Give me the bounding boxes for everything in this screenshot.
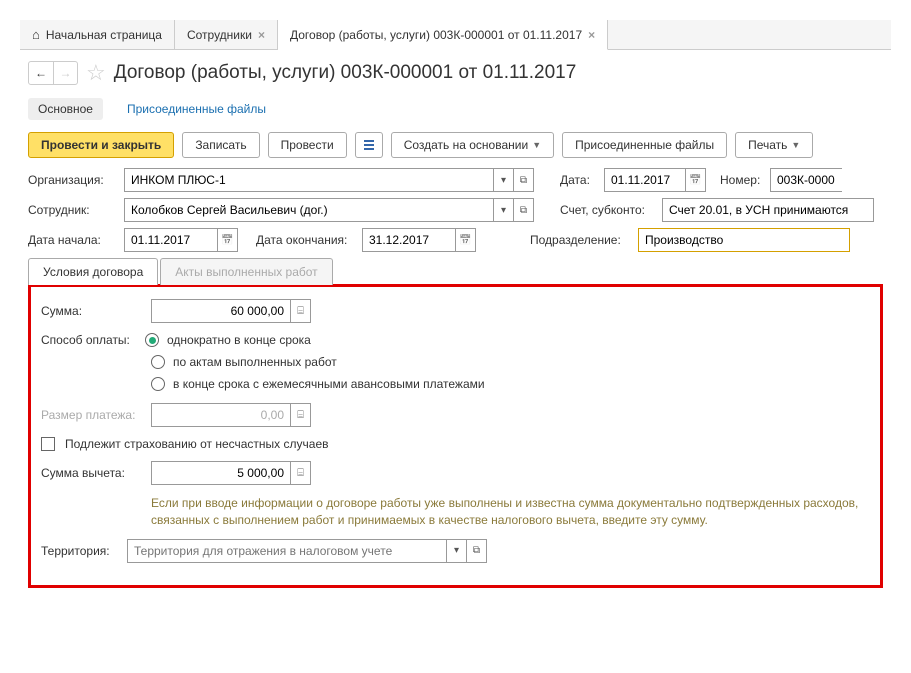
open-icon[interactable]: ⧉ [467, 539, 487, 563]
employee-label: Сотрудник: [28, 203, 118, 217]
dropdown-icon[interactable]: ▾ [494, 168, 514, 192]
forward-button[interactable]: → [53, 62, 77, 84]
structure-icon-button[interactable] [355, 132, 383, 158]
page-title: Договор (работы, услуги) 003К-000001 от … [114, 62, 577, 84]
insurance-checkbox[interactable] [41, 437, 55, 451]
calendar-icon[interactable] [686, 168, 706, 192]
print-label: Печать [748, 138, 787, 152]
sum-input[interactable] [151, 299, 291, 323]
dropdown-icon[interactable]: ▾ [494, 198, 514, 222]
nav-buttons: ← → [28, 61, 78, 85]
tab-acts[interactable]: Акты выполненных работ [160, 258, 332, 285]
date-end-label: Дата окончания: [256, 233, 356, 247]
sum-label: Сумма: [41, 304, 145, 318]
tab-home-label: Начальная страница [46, 28, 162, 42]
form-area: Организация: ▾ ⧉ Дата: Номер: Сотрудник:… [20, 168, 891, 588]
favorite-icon[interactable]: ☆ [86, 60, 106, 86]
territory-input[interactable] [127, 539, 447, 563]
date-input[interactable] [604, 168, 686, 192]
calendar-icon[interactable] [456, 228, 476, 252]
calculator-icon[interactable] [291, 461, 311, 485]
print-button[interactable]: Печать ▼ [735, 132, 813, 158]
org-label: Организация: [28, 173, 118, 187]
number-input[interactable] [770, 168, 842, 192]
window: ⌂ Начальная страница Сотрудники × Догово… [20, 20, 891, 588]
subdivision-label: Подразделение: [530, 233, 632, 247]
date-end-input[interactable] [362, 228, 456, 252]
deduction-label: Сумма вычета: [41, 466, 145, 480]
tab-contract-label: Договор (работы, услуги) 003К-000001 от … [290, 28, 582, 42]
payment-size-input [151, 403, 291, 427]
radio-pay-acts[interactable] [151, 355, 165, 369]
list-icon [362, 138, 376, 152]
home-icon: ⌂ [32, 27, 40, 42]
number-label: Номер: [720, 173, 764, 187]
radio-pay-monthly[interactable] [151, 377, 165, 391]
calculator-icon [291, 403, 311, 427]
date-start-input[interactable] [124, 228, 218, 252]
pay-method-label: Способ оплаты: [41, 333, 145, 347]
territory-label: Территория: [41, 544, 121, 558]
subdivision-input[interactable] [638, 228, 850, 252]
toolbar: Провести и закрыть Записать Провести Соз… [20, 128, 891, 168]
open-icon[interactable]: ⧉ [514, 198, 534, 222]
tab-home[interactable]: ⌂ Начальная страница [20, 20, 175, 49]
save-button[interactable]: Записать [182, 132, 259, 158]
chevron-down-icon: ▼ [791, 140, 800, 150]
calendar-icon[interactable] [218, 228, 238, 252]
tab-contract[interactable]: Договор (работы, услуги) 003К-000001 от … [278, 20, 608, 50]
post-button[interactable]: Провести [268, 132, 347, 158]
subnav-files[interactable]: Присоединенные файлы [117, 98, 276, 120]
post-and-close-button[interactable]: Провести и закрыть [28, 132, 174, 158]
employee-input[interactable] [124, 198, 494, 222]
inner-tabs: Условия договора Акты выполненных работ [28, 258, 883, 285]
date-start-label: Дата начала: [28, 233, 118, 247]
close-icon[interactable]: × [258, 28, 265, 42]
chevron-down-icon: ▼ [532, 140, 541, 150]
insurance-label: Подлежит страхованию от несчастных случа… [65, 437, 329, 451]
radio-pay-acts-label: по актам выполненных работ [173, 355, 337, 369]
tab-employees[interactable]: Сотрудники × [175, 20, 278, 49]
back-button[interactable]: ← [29, 62, 53, 84]
radio-pay-once[interactable] [145, 333, 159, 347]
attached-files-button[interactable]: Присоединенные файлы [562, 132, 727, 158]
radio-pay-once-label: однократно в конце срока [167, 333, 311, 347]
deduction-hint: Если при вводе информации о договоре раб… [151, 495, 870, 529]
header-row: ← → ☆ Договор (работы, услуги) 003К-0000… [20, 50, 891, 94]
date-label: Дата: [560, 173, 598, 187]
account-input[interactable] [662, 198, 874, 222]
tab-terms[interactable]: Условия договора [28, 258, 158, 285]
calculator-icon[interactable] [291, 299, 311, 323]
tab-employees-label: Сотрудники [187, 28, 252, 42]
open-icon[interactable]: ⧉ [514, 168, 534, 192]
account-label: Счет, субконто: [560, 203, 656, 217]
subnav-main[interactable]: Основное [28, 98, 103, 120]
payment-size-label: Размер платежа: [41, 408, 145, 422]
create-based-label: Создать на основании [404, 138, 529, 152]
org-input[interactable] [124, 168, 494, 192]
create-based-on-button[interactable]: Создать на основании ▼ [391, 132, 554, 158]
tabs-bar: ⌂ Начальная страница Сотрудники × Догово… [20, 20, 891, 50]
radio-pay-monthly-label: в конце срока с ежемесячными авансовыми … [173, 377, 485, 391]
terms-panel: Сумма: Способ оплаты: однократно в конце… [28, 284, 883, 588]
dropdown-icon[interactable]: ▾ [447, 539, 467, 563]
subnav: Основное Присоединенные файлы [20, 94, 891, 128]
close-icon[interactable]: × [588, 28, 595, 42]
deduction-input[interactable] [151, 461, 291, 485]
